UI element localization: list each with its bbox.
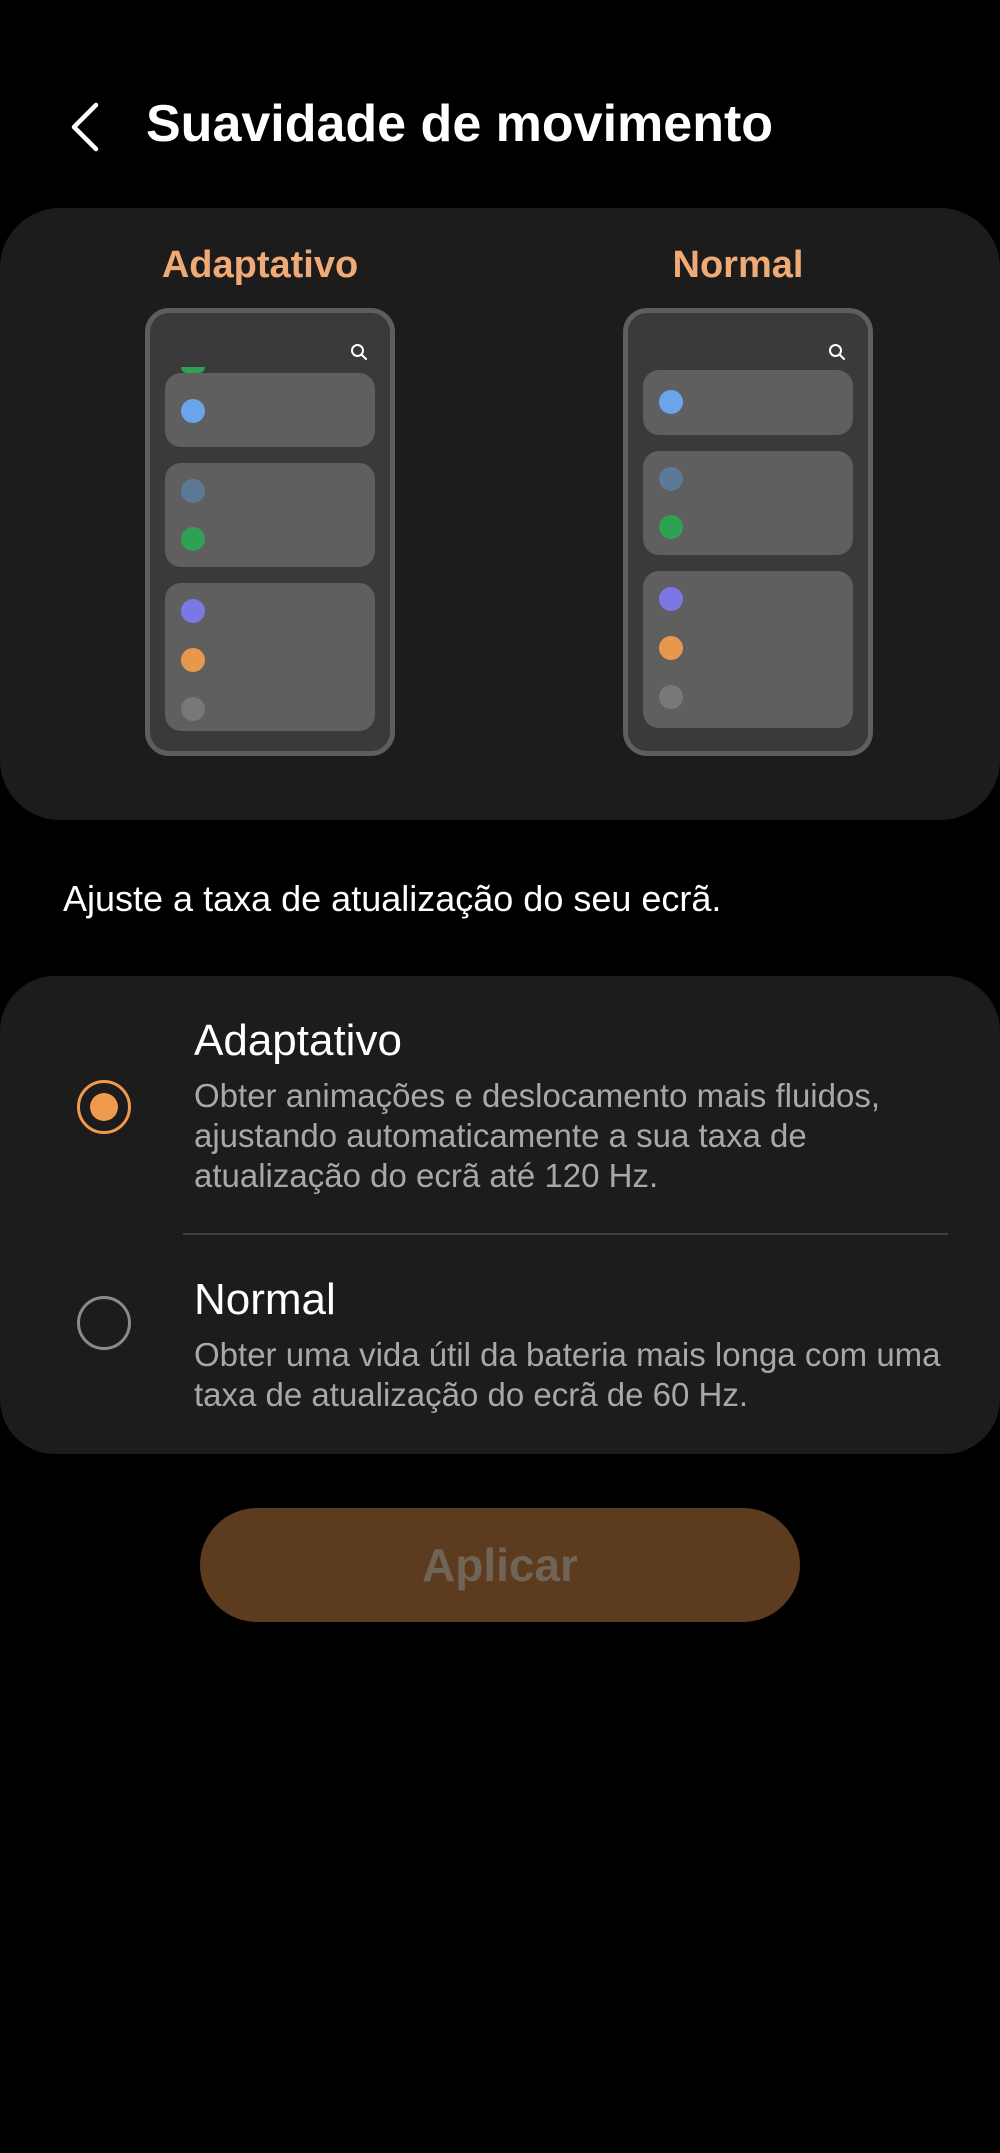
chevron-left-icon <box>71 102 99 152</box>
back-button[interactable] <box>55 92 115 162</box>
option-normal[interactable]: Normal Obter uma vida útil da bateria ma… <box>0 1235 1000 1454</box>
phone-list-card <box>643 451 853 555</box>
phone-list-card <box>165 583 375 731</box>
radio-normal[interactable] <box>77 1296 131 1350</box>
preview-adaptive: Adaptativo <box>110 208 410 820</box>
list-dot <box>659 390 683 414</box>
phone-list-card <box>643 571 853 728</box>
list-dot <box>181 399 205 423</box>
header-bar: Suavidade de movimento <box>0 80 1000 170</box>
phone-mockup-adaptive <box>145 308 395 756</box>
list-dot <box>181 527 205 551</box>
phone-list-card <box>165 463 375 567</box>
option-adaptive[interactable]: Adaptativo Obter animações e deslocament… <box>0 976 1000 1234</box>
option-normal-description: Obter uma vida útil da bateria mais long… <box>194 1336 941 1413</box>
apply-button[interactable]: Aplicar <box>200 1508 800 1622</box>
option-normal-title: Normal <box>194 1275 336 1324</box>
list-dot <box>181 648 205 672</box>
option-adaptive-description: Obter animações e deslocamento mais flui… <box>194 1077 881 1194</box>
search-icon <box>351 344 367 360</box>
list-dot <box>659 515 683 539</box>
phone-list-card <box>643 370 853 435</box>
phone-list <box>643 370 853 744</box>
phone-mockup-normal <box>623 308 873 756</box>
list-dot <box>181 367 205 373</box>
preview-card: Adaptativo Normal <box>0 208 1000 820</box>
option-adaptive-title: Adaptativo <box>194 1016 402 1065</box>
list-dot <box>659 587 683 611</box>
page-title: Suavidade de movimento <box>146 95 774 153</box>
list-dot <box>659 636 683 660</box>
preview-adaptive-label: Adaptativo <box>161 244 359 286</box>
radio-adaptive[interactable] <box>77 1080 131 1134</box>
phone-list-card <box>165 367 375 447</box>
phone-list <box>165 367 375 747</box>
list-dot <box>181 479 205 503</box>
list-dot <box>181 599 205 623</box>
preview-normal: Normal <box>588 208 888 820</box>
options-card: Adaptativo Obter animações e deslocament… <box>0 976 1000 1454</box>
list-dot <box>659 467 683 491</box>
refresh-rate-description: Ajuste a taxa de atualização do seu ecrã… <box>63 878 722 919</box>
list-dot <box>659 685 683 709</box>
list-dot <box>181 697 205 721</box>
search-icon <box>829 344 845 360</box>
preview-normal-label: Normal <box>672 244 804 286</box>
